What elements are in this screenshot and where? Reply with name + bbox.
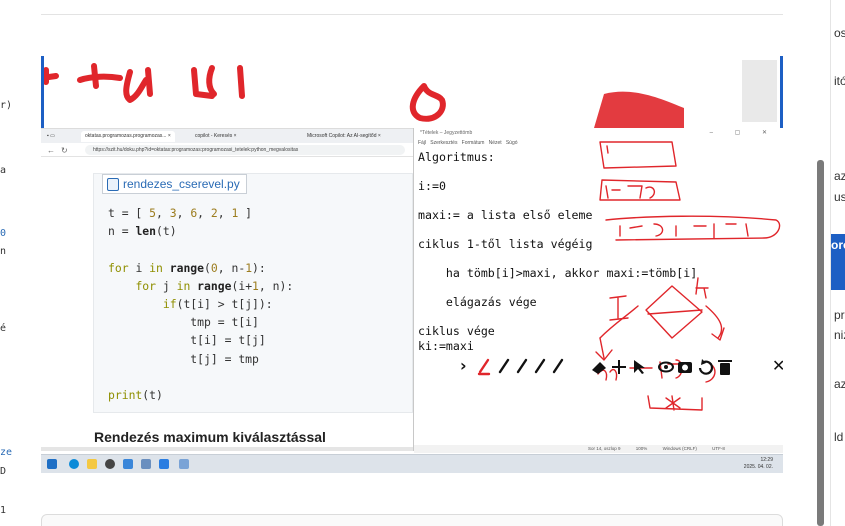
bottom-panel	[41, 514, 783, 526]
toolbar-icons	[477, 358, 732, 376]
whiteboard-strip	[41, 56, 783, 128]
sidebar-fragment[interactable]: ld	[834, 430, 843, 444]
left-fragment: r)	[0, 100, 13, 111]
app-icon[interactable]	[141, 459, 151, 469]
code-line: t = [ 5, 3, 6, 2, 1 ]	[108, 206, 253, 220]
annotation-toolbar: › ✕	[452, 356, 783, 376]
system-tray[interactable]: 12:29 2025. 04. 02.	[744, 457, 773, 471]
left-fragment: ze	[0, 447, 13, 458]
status-zoom: 100%	[635, 446, 648, 451]
close-annotation-icon[interactable]: ✕	[772, 356, 783, 375]
pen-black-icon	[534, 358, 546, 374]
screen: r) a 0 n é ze D 1 os itó az us oro pr ni…	[0, 0, 845, 526]
address-bar[interactable]: https://szit.hu/doku.php?id=oktatas:prog…	[85, 145, 405, 155]
sidebar-fragment[interactable]: os	[834, 26, 845, 40]
browser-window: ▪ ▭ oktatas.programozas.programozas... ×…	[41, 128, 413, 451]
status-encoding: UTF-8	[712, 446, 725, 451]
tab-close-icon[interactable]: ×	[234, 133, 237, 139]
sidebar-fragment[interactable]: us	[834, 190, 845, 204]
left-fragment: a	[0, 165, 7, 176]
explorer-icon[interactable]	[87, 459, 97, 469]
sidebar-fragment[interactable]: pr	[834, 308, 845, 322]
clock-date: 2025. 04. 02.	[743, 464, 773, 470]
reload-icon[interactable]: ↻	[61, 146, 68, 155]
pen-black-icon	[552, 358, 564, 374]
back-icon[interactable]: ←	[47, 146, 55, 155]
pen-black-icon	[498, 358, 510, 374]
file-name: rendezes_cserevel.py	[123, 177, 240, 191]
sidebar-fragment-active[interactable]: oro	[831, 234, 845, 290]
python-code: t = [ 5, 3, 6, 2, 1 ] n = len(t) for i in…	[108, 204, 293, 404]
app-icon[interactable]	[123, 459, 133, 469]
divider	[41, 14, 783, 15]
app-icon[interactable]	[179, 459, 189, 469]
edge-icon[interactable]	[69, 459, 79, 469]
windows-taskbar: 12:29 2025. 04. 02.	[41, 454, 783, 473]
sidebar-fragment[interactable]: aza	[834, 377, 845, 391]
browser-nav-bar: ← ↻ https://szit.hu/doku.php?id=oktatas:…	[41, 143, 413, 157]
tab-label: oktatas.programozas.programozas...	[85, 133, 167, 139]
pen-red-icon	[478, 358, 490, 374]
pen-black-icon	[516, 358, 528, 374]
tab-microsoft-copilot[interactable]: Microsoft Copilot: Az AI-segítőd ×	[303, 131, 385, 142]
code-line: print(t)	[108, 388, 163, 403]
code-line: if(t[i] > t[j]):	[162, 297, 273, 312]
left-fragment: D	[0, 466, 7, 477]
video-frame[interactable]: ▪ ▭ oktatas.programozas.programozas... ×…	[41, 56, 783, 473]
horizontal-scrollbar[interactable]	[41, 447, 413, 451]
vscode-icon[interactable]	[159, 459, 169, 469]
cursor-icon	[634, 360, 645, 374]
tab-icons[interactable]: ▪ ▭	[43, 131, 59, 142]
browser-tab-strip: ▪ ▭ oktatas.programozas.programozas... ×…	[41, 129, 413, 143]
left-fragment: 1	[0, 505, 7, 516]
start-icon[interactable]	[47, 459, 57, 469]
code-file-tab[interactable]: rendezes_cserevel.py	[102, 174, 247, 194]
notepad-status-bar: Sor 14, oszlop 9 100% Windows (CRLF) UTF…	[414, 445, 783, 453]
code-line: for i in range(0, n-1):	[108, 260, 266, 275]
left-fragment: n	[0, 246, 7, 257]
code-line: tmp = t[i]	[190, 315, 259, 330]
sidebar-fragment[interactable]: itó	[834, 74, 845, 88]
tab-label: copilot - Keresés	[195, 133, 233, 139]
status-line-ending: Windows (CRLF)	[662, 446, 697, 451]
sidebar-fragment[interactable]: az	[834, 169, 845, 183]
eraser-icon	[592, 362, 606, 374]
ink-annotations	[595, 141, 781, 411]
move-icon	[612, 360, 626, 374]
code-line: for j in range(i+1, n):	[135, 278, 294, 293]
section-heading: Rendezés maximum kiválasztással	[94, 429, 326, 445]
tab-oktatas[interactable]: oktatas.programozas.programozas... ×	[81, 131, 175, 142]
sidebar-fragment[interactable]: niz	[834, 328, 845, 342]
obs-icon[interactable]	[105, 459, 115, 469]
status-position: Sor 14, oszlop 9	[588, 446, 621, 451]
tab-copilot-search[interactable]: copilot - Keresés ×	[191, 131, 241, 142]
code-block: rendezes_cserevel.py t = [ 5, 3, 6, 2, 1…	[93, 173, 413, 413]
tab-close-icon[interactable]: ×	[168, 133, 171, 139]
code-line: t[i] = t[j]	[190, 333, 266, 348]
notepad-window: *Tételek – Jegyzettömb – ▢ ✕ Fájl Szerke…	[413, 128, 783, 453]
tab-close-icon[interactable]: ×	[378, 133, 381, 139]
page-scrollbar[interactable]	[817, 160, 824, 526]
clock-time: 12:29	[760, 457, 773, 463]
left-fragment: é	[0, 323, 7, 334]
trash-icon	[720, 363, 730, 375]
file-icon	[107, 178, 119, 191]
left-fragment: 0	[0, 228, 7, 239]
code-line: n = len(t)	[108, 224, 177, 239]
ink-scribbles-top	[44, 63, 684, 128]
tab-label: Microsoft Copilot: Az AI-segítőd	[307, 133, 377, 139]
code-line: t[j] = tmp	[190, 351, 259, 366]
